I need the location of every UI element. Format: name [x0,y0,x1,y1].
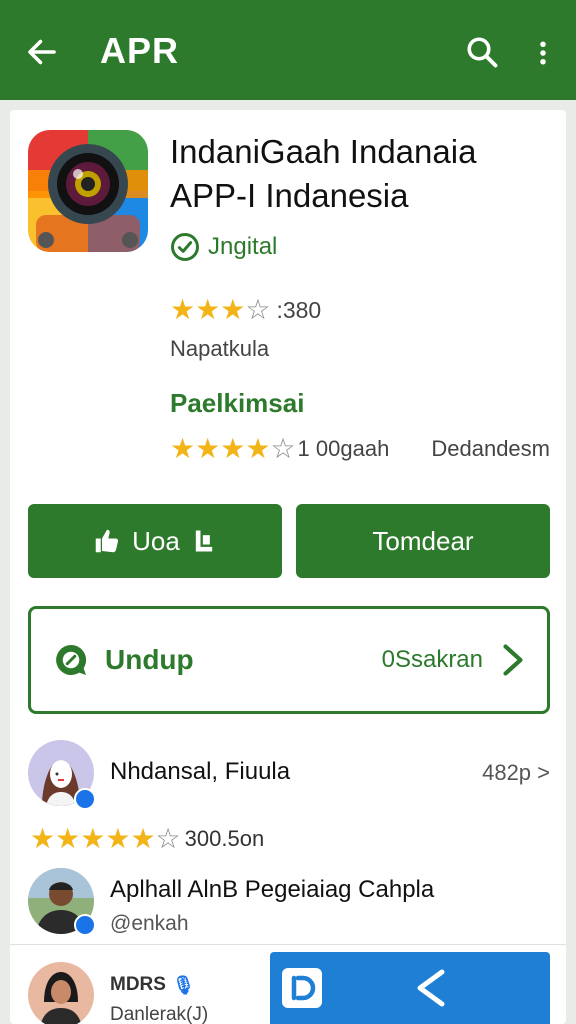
camera-lens-icon [28,130,148,252]
update-row-label: Undup [105,644,194,675]
reviewer-name: Nhdansal, Fiuula [110,758,291,785]
share-icon[interactable] [410,966,450,1010]
star-half-icon: ★ [130,823,156,854]
verified-badge-icon [74,788,96,810]
review-meta-link[interactable]: 482p > [482,760,550,786]
section-heading: Paelkimsai [170,388,305,418]
reviewer-name: Aplhall AlnB Pegeiaiag Cahpla [110,876,435,903]
verified-check-icon [171,233,199,261]
bottom-action-bar [270,952,550,1024]
rating-count: :380 [276,296,322,323]
app-title: IndaniGaah Indanaia APP-I Indanesia [170,130,560,218]
reviewer-handle: @enkah [110,912,189,935]
star-half-icon: ★ [220,294,246,325]
review-rating-count: 300.5on [184,826,265,851]
section-rating-count: 1 00gaah [297,436,390,461]
star-full-icon: ★ [80,823,106,854]
divider [10,944,566,945]
star-full-icon: ★ [195,294,221,325]
install-button[interactable]: Uoa [28,504,282,578]
thumbs-up-icon [95,529,119,553]
avatar[interactable] [28,962,94,1024]
chevron-right-icon [503,644,523,676]
install-button-label: Uoa [132,525,180,556]
more-vertical-icon[interactable] [528,36,558,70]
bookmark-icon [195,530,213,552]
star-full-icon: ★ [55,823,81,854]
app-bar: APR [0,0,576,100]
app-category: Napatkula [170,336,270,361]
app-logo-icon[interactable] [282,968,322,1008]
update-row-action-label: 0Ssakran [381,646,483,673]
reviewer-handle: Danlerak(J) [110,1004,209,1024]
review-rating: ★ ★ ★ ★ ★ ☆ 300.5on [30,822,264,856]
verified-badge-icon [74,914,96,936]
verified-developer[interactable]: Jngital [170,230,277,264]
star-empty-icon: ☆ [245,294,271,325]
microphone-icon: 🎙 [171,974,195,995]
app-bar-title: APR [100,30,180,71]
star-full-icon: ★ [30,823,56,854]
star-full-icon: ★ [220,433,246,464]
star-full-icon: ★ [170,294,196,325]
section-rating: ★ ★ ★ ★ ☆ 1 00gaah Dedandesm [170,432,550,466]
star-empty-icon: ☆ [155,823,181,854]
chat-bubble-icon [56,644,87,675]
reviewer-name-text: MDRS [110,974,166,995]
open-button-label: Tomdear [372,525,474,556]
reviewer-name: MDRS 🎙 [110,974,195,996]
section-rating-detail: Dedandesm [431,436,550,461]
app-rating: ★ ★ ★ ☆ :380 [170,292,321,328]
star-full-icon: ★ [195,433,221,464]
app-icon[interactable] [28,130,148,252]
star-full-icon: ★ [245,433,271,464]
app-title-line2: APP-I Indanesia [170,177,409,214]
user-photo [28,962,94,1024]
update-row[interactable]: Undup 0Ssakran [28,606,550,714]
arrow-left-icon[interactable] [24,34,60,70]
star-full-icon: ★ [170,433,196,464]
app-title-line1: IndaniGaah Indanaia [170,133,477,170]
update-row-action: 0Ssakran [382,642,525,678]
open-button[interactable]: Tomdear [296,504,550,578]
search-icon[interactable] [464,34,500,70]
star-full-icon: ★ [105,823,131,854]
verified-label: Jngital [208,233,278,260]
star-empty-icon: ☆ [270,433,296,464]
